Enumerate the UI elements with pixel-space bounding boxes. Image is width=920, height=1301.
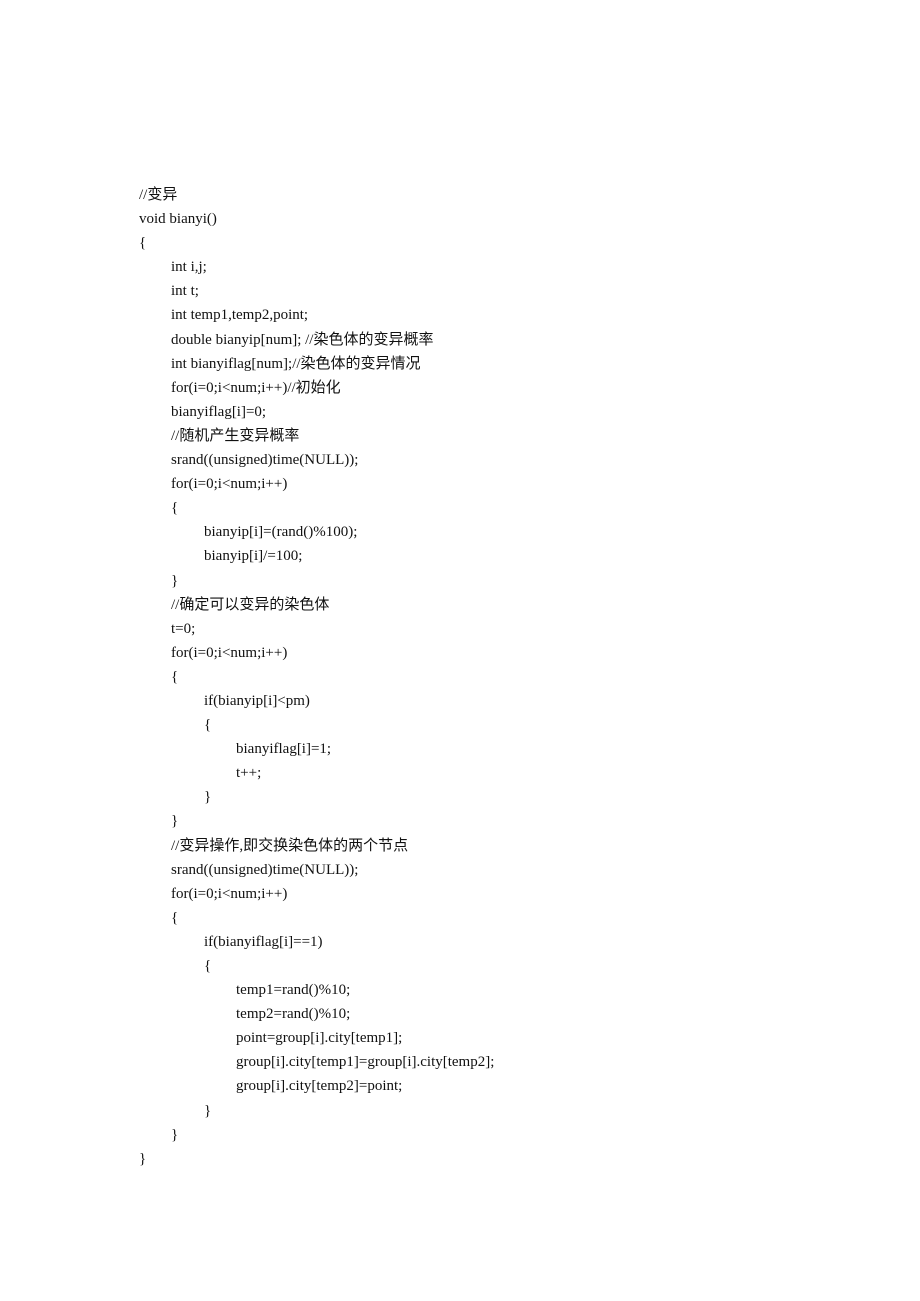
code-line: } — [139, 1150, 147, 1167]
code-line: { — [171, 668, 179, 685]
code-line: { — [139, 235, 147, 252]
code-line: group[i].city[temp1]=group[i].city[temp2… — [236, 1054, 495, 1071]
code-line: } — [204, 1102, 212, 1119]
code-line: int t; — [171, 283, 199, 300]
code-line: { — [204, 717, 212, 734]
code-line: { — [171, 500, 179, 517]
code-line: } — [171, 813, 179, 830]
code-line: int bianyiflag[num];//染色体的变异情况 — [171, 355, 421, 372]
code-line: double bianyip[num]; //染色体的变异概率 — [171, 331, 434, 348]
code-line: if(bianyiflag[i]==1) — [204, 933, 323, 950]
code-line: if(bianyip[i]<pm) — [204, 692, 310, 709]
code-line: t++; — [236, 765, 262, 782]
code-line: void bianyi() — [139, 211, 217, 228]
code-line: } — [171, 1126, 179, 1143]
code-line: } — [171, 572, 179, 589]
code-line: //随机产生变异概率 — [171, 427, 300, 444]
code-line: bianyiflag[i]=0; — [171, 403, 267, 420]
code-line: bianyip[i]=(rand()%100); — [204, 524, 358, 541]
code-line: group[i].city[temp2]=point; — [236, 1078, 403, 1095]
code-line: t=0; — [171, 620, 196, 637]
code-line: int temp1,temp2,point; — [171, 307, 309, 324]
code-listing: //变异 void bianyi() { int i,j; int t; int temp… — [139, 183, 494, 1171]
code-line: for(i=0;i<num;i++)//初始化 — [171, 379, 341, 396]
code-line: temp1=rand()%10; — [236, 982, 351, 999]
code-line: int i,j; — [171, 259, 207, 276]
code-line: srand((unsigned)time(NULL)); — [171, 861, 359, 878]
code-line: for(i=0;i<num;i++) — [171, 476, 288, 493]
code-line: //变异 — [139, 187, 178, 203]
code-line: bianyip[i]/=100; — [204, 548, 303, 565]
document-page: //变异 void bianyi() { int i,j; int t; int temp… — [0, 0, 920, 1301]
code-line: for(i=0;i<num;i++) — [171, 885, 288, 902]
code-line: //确定可以变异的染色体 — [171, 596, 330, 613]
code-line: for(i=0;i<num;i++) — [171, 644, 288, 661]
code-line: { — [204, 958, 212, 974]
code-line: bianyiflag[i]=1; — [236, 741, 332, 758]
code-line: } — [204, 789, 212, 806]
code-line: //变异操作,即交换染色体的两个节点 — [171, 837, 409, 854]
code-line: point=group[i].city[temp1]; — [236, 1030, 403, 1047]
code-line: srand((unsigned)time(NULL)); — [171, 452, 359, 469]
code-line: { — [171, 909, 179, 926]
code-line: temp2=rand()%10; — [236, 1006, 351, 1023]
